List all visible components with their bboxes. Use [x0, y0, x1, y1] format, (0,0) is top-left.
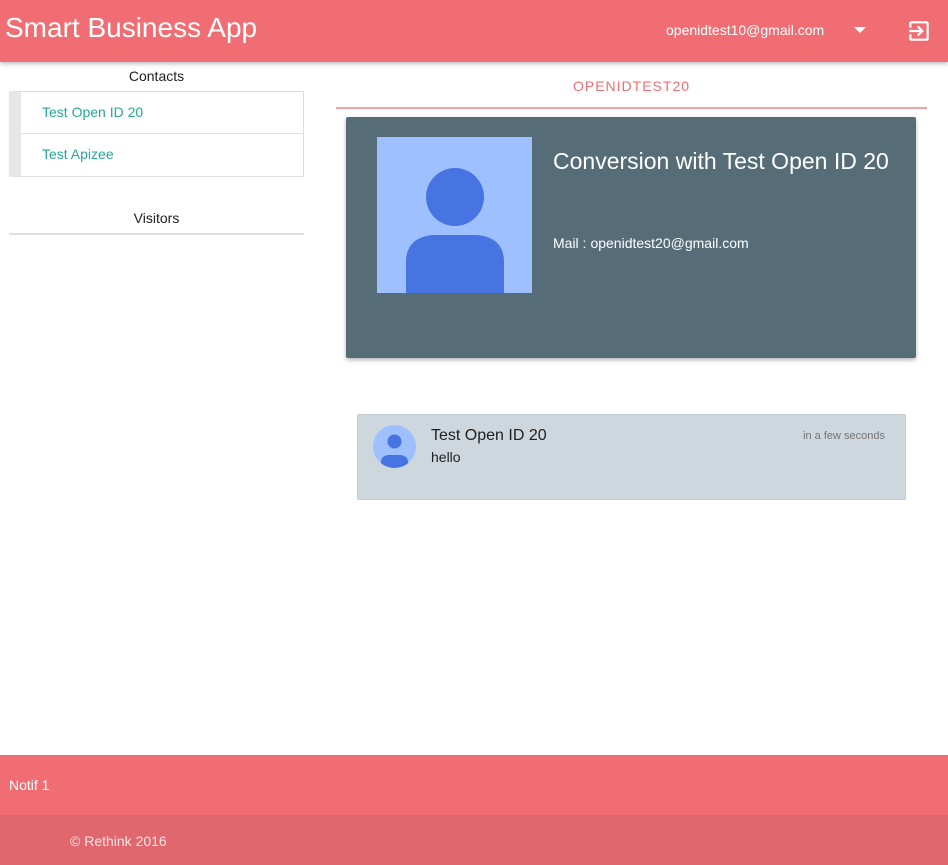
notification-text[interactable]: Notif 1 — [9, 777, 49, 793]
mail-label: Mail : — [553, 235, 587, 251]
profile-card: Conversion with Test Open ID 20 Mail : op… — [346, 117, 916, 358]
contacts-list: Test Open ID 20 Test Apizee — [9, 91, 304, 177]
person-icon — [373, 425, 416, 468]
message-item: Test Open ID 20 in a few seconds hello — [357, 414, 906, 500]
visitors-heading: Visitors — [9, 210, 304, 235]
message-sender: Test Open ID 20 — [431, 427, 547, 444]
notification-bar: Notif 1 — [0, 755, 948, 815]
logout-icon[interactable] — [906, 18, 932, 44]
tab-openidtest20[interactable]: OPENIDTEST20 — [336, 62, 927, 109]
top-app-bar: Smart Business App openidtest10@gmail.co… — [0, 0, 948, 62]
contacts-heading: Contacts — [128, 68, 185, 84]
sidebar: Contacts Test Open ID 20 Test Apizee Vis… — [9, 62, 304, 235]
app-title: Smart Business App — [5, 12, 258, 43]
copyright: © Rethink 2016 — [70, 833, 167, 849]
contact-item-test-apizee[interactable]: Test Apizee — [21, 134, 303, 176]
contact-item-test-open-id-20[interactable]: Test Open ID 20 — [21, 92, 303, 134]
message-text: hello — [431, 449, 461, 465]
mail-value: openidtest20@gmail.com — [590, 235, 749, 251]
person-icon — [377, 137, 532, 293]
conversation-panel: OPENIDTEST20 Conversion with Test Open I… — [336, 62, 927, 500]
contact-mail: Mail : openidtest20@gmail.com — [553, 235, 749, 251]
footer: © Rethink 2016 — [0, 815, 948, 865]
message-time: in a few seconds — [803, 430, 885, 442]
user-email[interactable]: openidtest10@gmail.com — [666, 22, 824, 38]
caret-down-icon[interactable] — [854, 27, 866, 33]
conversation-title: Conversion with Test Open ID 20 — [553, 148, 889, 174]
